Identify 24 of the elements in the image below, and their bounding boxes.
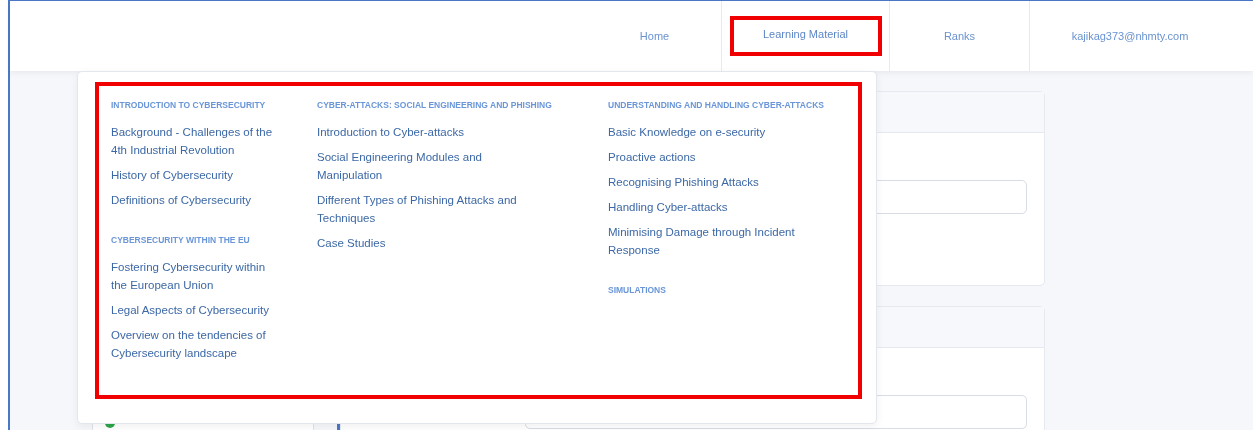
menu-link[interactable]: Handling Cyber-attacks [608, 198, 728, 216]
menu-link[interactable]: Introduction to Cyber-attacks [317, 123, 464, 141]
menu-link[interactable]: Social Engineering Modules and Manipulation [317, 148, 549, 184]
menu-link[interactable]: Recognising Phishing Attacks [608, 173, 759, 191]
menu-link[interactable]: History of Cybersecurity [111, 166, 234, 184]
menu-link[interactable]: Different Types of Phishing Attacks and Techniques [317, 191, 549, 227]
nav-link[interactable]: Ranks [890, 14, 1029, 58]
section-heading: CYBERSECURITY WITHIN THE EU [111, 235, 251, 245]
menu-link[interactable]: Fostering Cybersecurity within the European Union [111, 258, 279, 294]
menu-link[interactable]: Legal Aspects of Cybersecurity [111, 301, 269, 319]
section-heading: UNDERSTANDING AND HANDLING CYBER-ATTACKS [608, 100, 825, 110]
menu-link[interactable]: Overview on the tendencies of Cybersecurity landscape [111, 326, 279, 362]
nav-link[interactable]: kajikag373@nhmty.com [1060, 14, 1200, 58]
nav-link[interactable]: Learning Material [729, 16, 882, 56]
section-heading: SIMULATIONS [608, 285, 667, 295]
menu-link[interactable]: Definitions of Cybersecurity [111, 191, 251, 209]
menu-link[interactable]: Minimising Damage through Incident Response [608, 223, 813, 259]
menu-link[interactable]: Basic Knowledge on e-security [608, 123, 766, 141]
menu-link[interactable]: Background - Challenges of the 4th Industrial Revolution [111, 123, 279, 159]
section-heading: INTRODUCTION TO CYBERSECURITY [111, 100, 267, 110]
menu-link[interactable]: Proactive actions [608, 148, 696, 166]
nav-link[interactable]: Home [588, 14, 721, 58]
menu-link[interactable]: Case Studies [317, 234, 386, 252]
section-heading: CYBER-ATTACKS: SOCIAL ENGINEERING AND PHISHING [317, 100, 553, 110]
